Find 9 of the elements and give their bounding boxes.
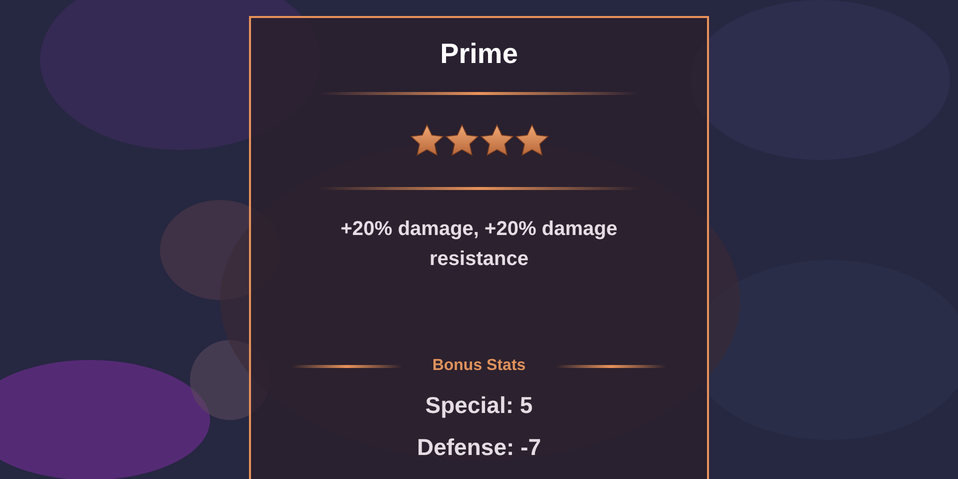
- star-icon: [480, 124, 514, 157]
- star-icon: [514, 124, 548, 157]
- stat-text: Special: 5: [425, 391, 533, 420]
- section-heading: Bonus Stats: [432, 356, 526, 376]
- card-title: Prime: [440, 37, 518, 71]
- star-icon: [444, 124, 478, 157]
- star-icon: [410, 124, 444, 157]
- stat-text: Defense: -7: [417, 433, 541, 462]
- description-text: +20% damage, +20% damage resistance: [340, 217, 618, 272]
